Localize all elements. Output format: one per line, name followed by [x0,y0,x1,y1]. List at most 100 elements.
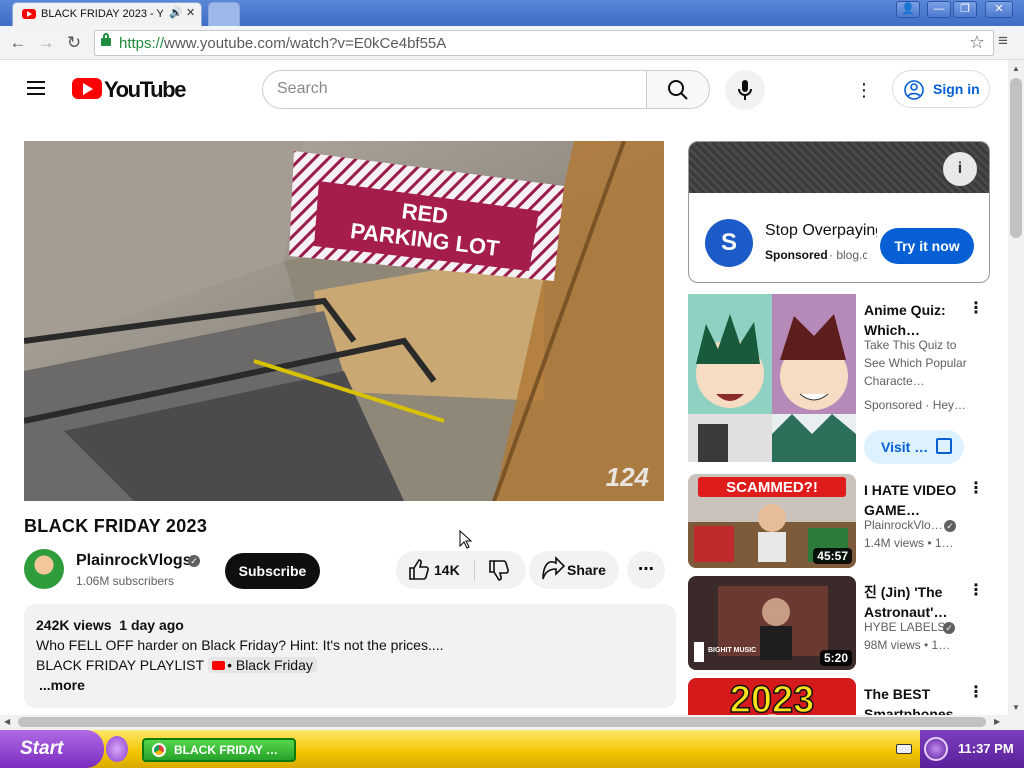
mouse-cursor-icon [459,530,473,549]
verified-check-icon: ✓ [188,555,200,567]
like-count[interactable]: 14K [434,562,460,578]
audio-playing-icon[interactable]: 🔊 [169,6,183,19]
system-tray: 11:37 PM [920,730,1024,768]
taskbar-item-label: BLACK FRIDAY … [174,743,279,757]
duration-badge: 45:57 [813,548,852,564]
recommendation-channel[interactable]: HYBE LABELS [864,620,948,634]
search-icon [668,80,688,100]
address-bar[interactable]: https://www.youtube.com/watch?v=E0kCe4bf… [94,30,994,56]
horizontal-scrollbar[interactable]: ◀ ▶ [0,715,1024,730]
tab-close-icon[interactable]: ✕ [186,6,195,19]
browser-titlebar: BLACK FRIDAY 2023 - Yo 🔊 ✕ 👤 — ❐ ✕ [0,0,1024,26]
back-arrow-icon[interactable]: ← [8,33,28,53]
recommendation-title[interactable]: Anime Quiz: Which… [864,300,960,340]
scroll-up-arrow-icon[interactable]: ▲ [1012,64,1020,73]
horizontal-scroll-thumb[interactable] [18,717,986,727]
playlist-link[interactable]: • Black Friday [208,657,317,673]
thumbnail-year-text: 2023 [730,679,815,715]
ad-title[interactable]: Stop Overpaying [765,222,877,240]
reload-icon[interactable]: ↻ [64,33,84,53]
advertiser-logo[interactable]: S [705,219,753,267]
minimize-button[interactable]: — [927,1,951,18]
tray-globe-icon[interactable] [924,737,948,761]
close-window-button[interactable]: ✕ [985,1,1013,18]
recommendation-thumbnail[interactable]: 2023 [688,678,856,715]
search-box[interactable] [262,70,647,109]
video-watermark: 124 [606,462,650,492]
channel-avatar[interactable] [24,549,64,589]
recommendation-title[interactable]: I HATE VIDEO GAME… [864,480,960,520]
recommendation-item[interactable]: Anime Quiz: Which… Take This Quiz to See… [688,294,990,464]
recommendation-sponsor: Sponsored · Hey… [864,398,967,412]
recommendation-meta: 98M views • 1… [864,638,951,652]
restore-button[interactable]: ❐ [953,1,977,18]
scroll-right-arrow-icon[interactable]: ▶ [994,717,1000,726]
recommendation-title[interactable]: 진 (Jin) 'The Astronaut'… [864,582,960,622]
browser-menu-icon[interactable]: ≡ [998,31,1008,51]
youtube-wordmark[interactable]: YouTube [104,77,186,103]
recommendation-title[interactable]: The BEST Smartphones… [864,684,960,715]
vertical-scroll-thumb[interactable] [1010,78,1022,238]
recommendation-kebab-icon[interactable]: ⋮ [968,580,984,600]
sign-in-label: Sign in [933,81,980,97]
vertical-scrollbar[interactable]: ▲ ▼ [1008,60,1024,715]
info-icon[interactable]: i [943,152,977,186]
share-label: Share [567,562,606,578]
keyboard-icon[interactable] [896,744,912,754]
ad-cta-button[interactable]: Try it now [880,228,974,264]
start-orb-icon [106,736,128,762]
subscribe-button[interactable]: Subscribe [225,553,320,589]
video-player[interactable]: RED PARKING LOT 124 [24,141,664,501]
hamburger-menu-icon[interactable] [27,81,45,95]
recommendation-channel[interactable]: PlainrockVlo… [864,518,948,532]
share-button[interactable]: Share [529,551,619,589]
recommendation-description: Take This Quiz to See Which Popular Char… [864,338,967,388]
scroll-down-arrow-icon[interactable]: ▼ [1012,703,1020,712]
verified-check-icon: ✓ [943,622,955,634]
ad-card[interactable]: i S Stop Overpaying Sponsored · blog.c T… [688,141,990,283]
url-text[interactable]: https://www.youtube.com/watch?v=E0kCe4bf… [119,35,446,52]
recommendation-thumbnail[interactable] [688,294,856,462]
recommendation-thumbnail[interactable]: SCAMMED?! 45:57 [688,474,856,568]
recommendation-item[interactable]: BIGHIT MUSIC 5:20 진 (Jin) 'The Astronaut… [688,576,990,670]
forward-arrow-icon[interactable]: → [36,33,56,53]
search-button[interactable] [646,70,710,109]
scroll-left-arrow-icon[interactable]: ◀ [4,717,10,726]
voice-search-button[interactable] [725,70,765,110]
channel-name[interactable]: PlainrockVlogs [76,552,192,570]
profile-icon[interactable]: 👤 [896,1,920,18]
start-button[interactable]: Start [0,730,104,768]
youtube-mini-icon [212,661,226,670]
recommendation-thumbnail[interactable]: BIGHIT MUSIC 5:20 [688,576,856,670]
show-more-link[interactable]: ...more [39,677,85,693]
sign-in-button[interactable]: Sign in [892,70,990,108]
system-clock[interactable]: 11:37 PM [958,741,1014,756]
like-divider [474,559,475,581]
microphone-icon [738,80,752,100]
more-actions-icon[interactable]: ⋯ [627,551,665,589]
description-meta: 242K views 1 day ago [36,617,184,633]
description-box[interactable]: 242K views 1 day ago Who FELL OFF harder… [24,604,676,708]
new-tab-button[interactable] [208,2,240,26]
recommendation-kebab-icon[interactable]: ⋮ [968,682,984,702]
recommendation-kebab-icon[interactable]: ⋮ [968,298,984,318]
thumbs-down-icon[interactable] [484,551,514,589]
taskbar-item-chrome[interactable]: BLACK FRIDAY … [142,738,296,762]
os-taskbar: Start BLACK FRIDAY … 11:37 PM [0,730,1024,768]
tab-title: BLACK FRIDAY 2023 - Yo [41,8,163,20]
like-dislike-group: 14K [396,551,526,589]
settings-kebab-icon[interactable]: ⋮ [852,78,876,102]
recommendation-item[interactable]: 2023 The BEST Smartphones… ⋮ [688,678,990,715]
thumbs-up-icon[interactable] [404,551,434,589]
verified-check-icon: ✓ [944,520,956,532]
anime-thumbnail-art [688,294,856,462]
recommendation-kebab-icon[interactable]: ⋮ [968,478,984,498]
playlist-link-label: • Black Friday [227,657,313,673]
visit-button[interactable]: Visit … [864,430,964,464]
search-input[interactable] [277,80,637,98]
youtube-logo-icon[interactable] [72,78,102,99]
recommendation-item[interactable]: SCAMMED?! 45:57 I HATE VIDEO GAME… Plain… [688,474,990,568]
visit-label: Visit … [881,439,929,455]
bookmark-star-icon[interactable]: ☆ [969,32,985,53]
browser-tab-active[interactable]: BLACK FRIDAY 2023 - Yo 🔊 ✕ [12,2,202,26]
